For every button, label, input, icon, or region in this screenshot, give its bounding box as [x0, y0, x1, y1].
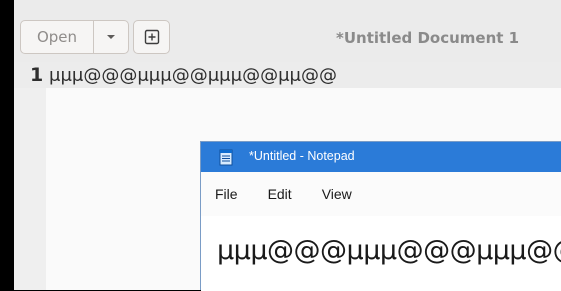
notepad-content-text: μμμ@@@μμμ@@@μμμ@@	[217, 235, 561, 266]
document-title: *Untitled Document 1	[336, 29, 520, 47]
line-text: μμμ@@@μμμ@@μμμ@@μμ@@	[49, 65, 337, 86]
notepad-text-area[interactable]: μμμ@@@μμμ@@@μμμ@@	[201, 216, 561, 291]
notepad-window: *Untitled - Notepad File Edit View μμμ@@…	[200, 141, 561, 291]
line-number: 1	[30, 64, 44, 86]
notepad-icon	[219, 149, 233, 166]
notepad-titlebar[interactable]: *Untitled - Notepad	[201, 142, 561, 172]
open-button[interactable]: Open	[21, 21, 94, 53]
menu-edit[interactable]: Edit	[253, 186, 307, 202]
notepad-title: *Untitled - Notepad	[249, 149, 355, 163]
new-tab-icon	[144, 29, 159, 45]
menu-file[interactable]: File	[201, 186, 253, 202]
open-menu-button[interactable]	[94, 21, 128, 53]
menu-view[interactable]: View	[307, 186, 367, 202]
chevron-down-icon	[107, 35, 115, 39]
new-document-button[interactable]	[133, 20, 170, 54]
notepad-menubar: File Edit View	[201, 172, 561, 216]
notepad-content: μμμ@@@μμμ@@@μμμ@@	[217, 233, 561, 266]
header-bar: Open *Untitled Document 1	[14, 0, 561, 63]
line-gutter	[14, 62, 46, 290]
open-button-group: Open	[20, 20, 129, 54]
